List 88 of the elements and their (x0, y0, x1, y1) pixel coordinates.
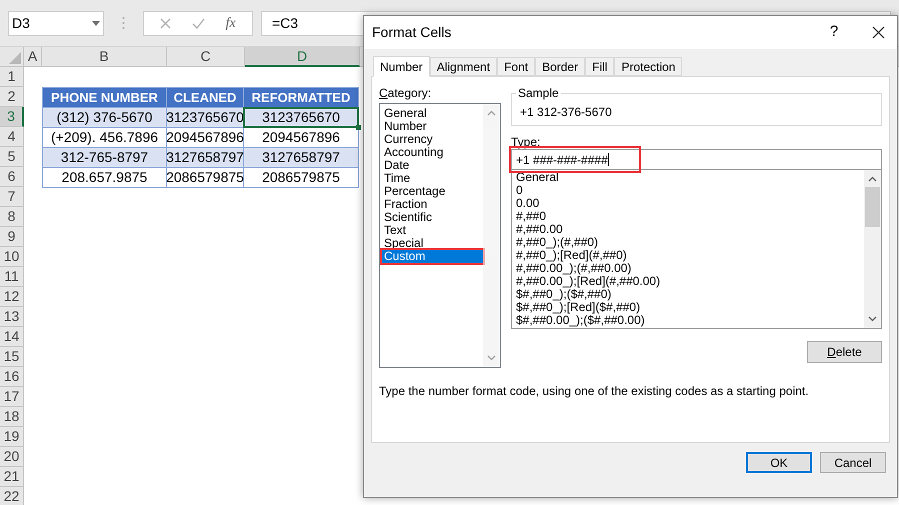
format-item[interactable]: 0.00 (516, 197, 864, 210)
row-header[interactable]: 15 (0, 347, 24, 367)
scrollbar[interactable] (483, 104, 500, 367)
dialog-button[interactable]: OK (746, 452, 812, 473)
table-cell[interactable]: 2094567896 (244, 128, 358, 147)
table-cell[interactable]: 3127658797 (244, 148, 358, 167)
category-item[interactable]: Scientific (382, 211, 483, 224)
row-header[interactable]: 17 (0, 387, 24, 407)
category-item[interactable]: Custom (382, 250, 483, 263)
category-item[interactable]: Special (382, 237, 483, 250)
row-header[interactable]: 9 (0, 227, 24, 247)
column-header[interactable]: B (42, 47, 167, 67)
row-header[interactable]: 13 (0, 307, 24, 327)
dialog-tab[interactable]: Border (535, 57, 586, 76)
row-header[interactable]: 18 (0, 407, 24, 427)
dialog-tab[interactable]: Font (497, 57, 536, 76)
category-item[interactable]: Percentage (382, 185, 483, 198)
row-header[interactable]: 5 (0, 147, 24, 167)
scroll-up-icon[interactable] (868, 176, 877, 182)
dropdown-icon[interactable] (92, 20, 100, 26)
category-item[interactable]: Fraction (382, 198, 483, 211)
format-item[interactable]: General (516, 171, 864, 184)
table-cell[interactable]: 3123765670 (244, 108, 358, 127)
format-item[interactable]: #,##0_);[Red](#,##0) (516, 249, 864, 262)
row-header[interactable]: 8 (0, 207, 24, 227)
fill-handle[interactable] (356, 125, 361, 130)
category-item[interactable]: Date (382, 159, 483, 172)
format-item[interactable]: #,##0 (516, 210, 864, 223)
row-header[interactable]: 4 (0, 127, 24, 147)
column-header[interactable]: D (245, 47, 360, 67)
scroll-down-icon[interactable] (487, 355, 496, 361)
check-icon[interactable] (192, 18, 205, 28)
column-header[interactable]: A (24, 47, 42, 67)
type-field[interactable]: +1 ###-###-#### (511, 149, 882, 170)
category-item[interactable]: General (382, 107, 483, 120)
dialog-tab[interactable]: Number (373, 56, 430, 77)
cancel-icon[interactable] (160, 18, 172, 28)
row-header[interactable]: 19 (0, 427, 24, 447)
table-header: REFORMATTED (250, 88, 352, 107)
row-header[interactable]: 21 (0, 467, 24, 487)
scroll-thumb[interactable] (865, 187, 880, 227)
description-text: Type the number format code, using one of the existing codes as a starting point. (379, 383, 810, 400)
dialog-tab[interactable]: Fill (585, 57, 614, 76)
category-item[interactable]: Text (382, 224, 483, 237)
scrollbar[interactable] (864, 170, 881, 328)
table-cell[interactable]: 2086579875 (167, 168, 244, 187)
format-item[interactable]: $#,##0_);[Red]($#,##0) (516, 301, 864, 314)
row-header[interactable]: 1 (0, 67, 24, 87)
row-header[interactable]: 16 (0, 367, 24, 387)
category-item[interactable]: Time (382, 172, 483, 185)
row-header[interactable]: 6 (0, 167, 24, 187)
format-item[interactable]: $#,##0_);($#,##0) (516, 288, 864, 301)
grip-icon (122, 16, 125, 30)
format-item[interactable]: #,##0.00_);(#,##0.00) (516, 262, 864, 275)
close-icon[interactable] (872, 26, 885, 39)
corner-triangle-icon (9, 52, 21, 64)
row-header[interactable]: 11 (0, 267, 24, 287)
row-header[interactable]: 3 (0, 107, 24, 127)
scroll-down-icon[interactable] (868, 316, 877, 322)
format-item[interactable]: #,##0.00 (516, 223, 864, 236)
delete-button[interactable]: Delete (807, 341, 882, 363)
category-label: Category: (379, 86, 432, 101)
dialog-title: Format Cells (372, 23, 452, 42)
table-cell[interactable]: 2086579875 (244, 168, 358, 187)
scroll-up-icon[interactable] (487, 110, 496, 116)
row-header[interactable]: 12 (0, 287, 24, 307)
dialog-tab[interactable]: Protection (614, 57, 682, 76)
category-item[interactable]: Currency (382, 133, 483, 146)
sample-value: +1 312-376-5670 (520, 104, 612, 121)
table-cell[interactable]: 208.657.9875 (43, 168, 167, 187)
dialog-button[interactable]: Cancel (820, 452, 886, 473)
row-header[interactable]: 2 (0, 87, 24, 107)
row-header[interactable]: 22 (0, 487, 24, 505)
category-item[interactable]: Accounting (382, 146, 483, 159)
row-header[interactable]: 10 (0, 247, 24, 267)
insert-function-button[interactable]: fx (226, 12, 236, 34)
row-header[interactable]: 14 (0, 327, 24, 347)
help-button[interactable]: ? (824, 21, 844, 44)
format-item[interactable]: #,##0.00_);[Red](#,##0.00) (516, 275, 864, 288)
name-box[interactable]: D3 (8, 10, 104, 36)
format-item[interactable]: 0 (516, 184, 864, 197)
category-item[interactable]: Number (382, 120, 483, 133)
sample-label: Sample (516, 86, 561, 100)
row-header[interactable]: 7 (0, 187, 24, 207)
format-item[interactable]: $#,##0.00_);($#,##0.00) (516, 314, 864, 327)
format-item[interactable]: #,##0_);(#,##0) (516, 236, 864, 249)
row-header[interactable]: 20 (0, 447, 24, 467)
dialog-tab[interactable]: Alignment (430, 57, 498, 76)
